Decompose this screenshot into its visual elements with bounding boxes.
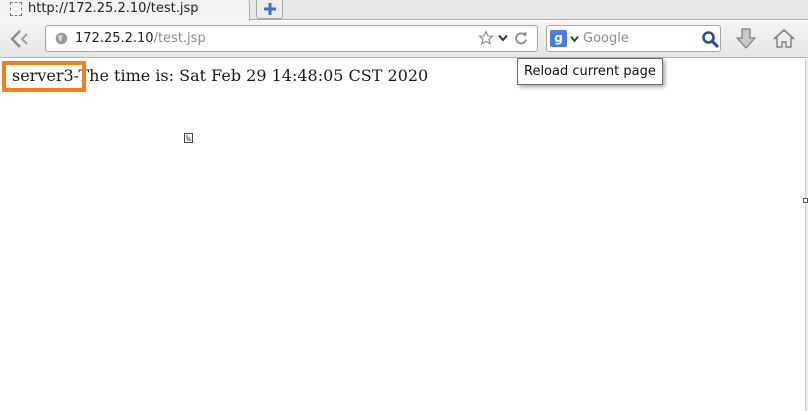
globe-icon [55, 32, 68, 45]
google-icon[interactable]: g [550, 30, 567, 47]
navigation-toolbar: 172.25.2.10/test.jsp g [0, 21, 808, 58]
reload-icon[interactable] [513, 30, 529, 46]
back-button[interactable] [8, 27, 34, 51]
home-button[interactable] [771, 26, 797, 52]
tab-title: http://172.25.2.10/test.jsp [28, 1, 199, 16]
broken-image-icon [184, 133, 193, 143]
downloads-button[interactable] [735, 26, 757, 52]
url-text[interactable]: 172.25.2.10/test.jsp [75, 31, 206, 46]
new-tab-button[interactable] [256, 0, 283, 19]
scrollbar-thumb[interactable] [803, 198, 808, 203]
download-arrow-icon [736, 28, 756, 49]
star-icon[interactable] [478, 30, 494, 46]
page-content: server3-The time is: Sat Feb 29 14:48:05… [0, 59, 805, 411]
engine-chevron-down-icon[interactable] [570, 35, 579, 43]
url-path: /test.jsp [153, 31, 206, 46]
active-tab[interactable]: http://172.25.2.10/test.jsp [0, 0, 250, 21]
reload-tooltip: Reload current page [517, 58, 663, 85]
time-text: -The time is: Sat Feb 29 14:48:05 CST 20… [73, 66, 429, 85]
search-bar: g [546, 25, 721, 52]
url-bar[interactable]: 172.25.2.10/test.jsp [45, 25, 538, 52]
magnifier-icon[interactable] [701, 30, 719, 48]
tab-strip: http://172.25.2.10/test.jsp [0, 0, 808, 21]
server-highlight-box [2, 61, 86, 92]
search-input[interactable] [583, 29, 695, 48]
home-icon [773, 29, 795, 48]
url-host: 172.25.2.10 [75, 31, 154, 46]
page-favicon-icon [10, 2, 22, 16]
chevron-down-icon[interactable] [498, 33, 508, 43]
back-arrow-icon [10, 30, 28, 48]
plus-icon [264, 3, 276, 15]
